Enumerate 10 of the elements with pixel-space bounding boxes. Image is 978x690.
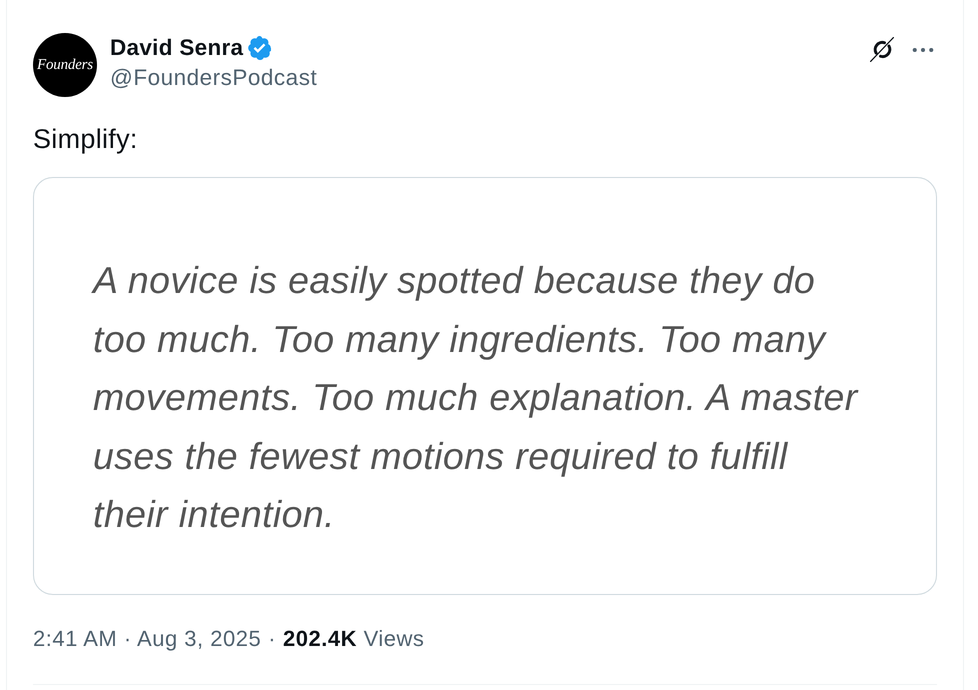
view-count: 202.4K Views — [283, 625, 424, 653]
separator-dot: · — [268, 625, 276, 653]
slashed-circle-icon[interactable] — [870, 37, 895, 62]
post-text: Simplify: — [33, 123, 139, 156]
author-handle[interactable]: @FoundersPodcast — [110, 62, 318, 94]
author-name[interactable]: David Senra — [110, 34, 244, 62]
more-options-icon[interactable] — [912, 46, 934, 52]
timestamp-link[interactable]: 2:41 AM · Aug 3, 2025 — [33, 624, 262, 654]
avatar-logo[interactable]: Founders — [33, 33, 97, 97]
quote-text: A novice is easily spotted because they do too much. Too many ingredients. Too many movements. Too much explanation. A master uses the fewest motions required to fulfill their intention. — [93, 258, 860, 538]
